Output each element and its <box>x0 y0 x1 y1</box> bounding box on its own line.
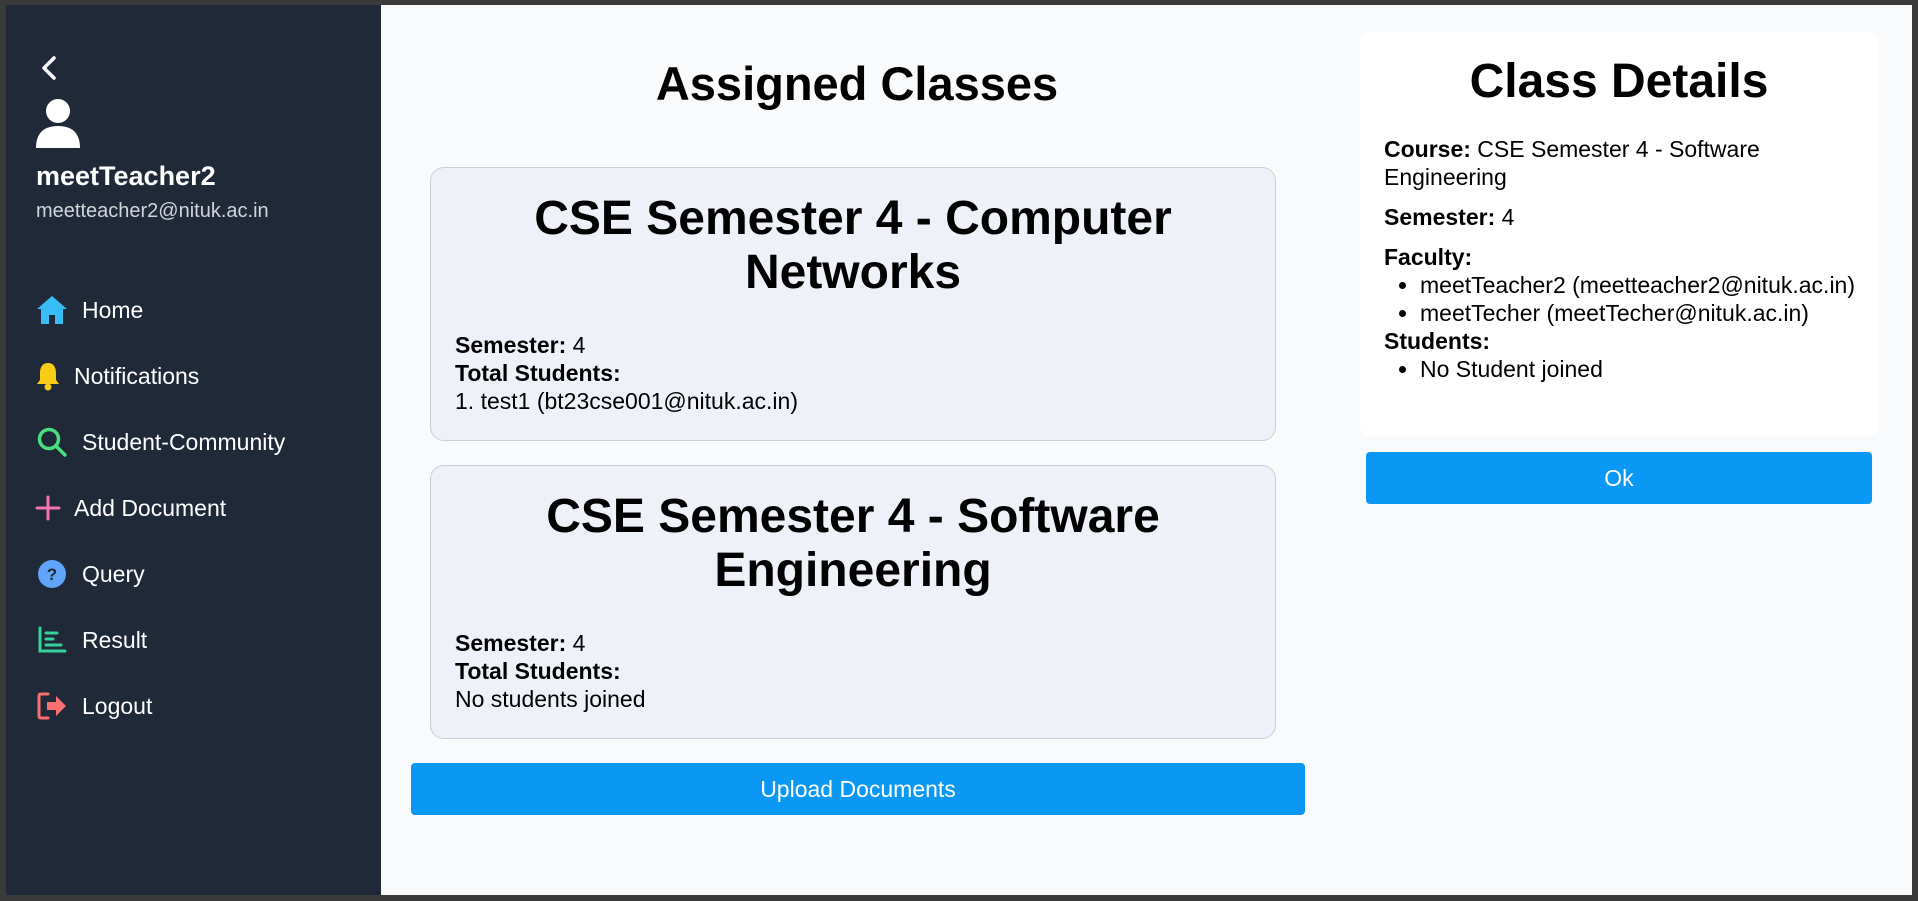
sidebar-item-label: Logout <box>82 692 153 719</box>
semester-row: Semester: 4 <box>1384 203 1864 231</box>
sidebar-item-student-community[interactable]: Student-Community <box>34 409 364 475</box>
sidebar-item-add-document[interactable]: Add Document <box>34 475 364 541</box>
search-icon <box>34 424 70 460</box>
sidebar-item-label: Notifications <box>74 362 200 389</box>
details-title: Class Details <box>1469 55 1769 108</box>
list-item: meetTecher (meetTecher@nituk.ac.in) <box>1420 299 1864 327</box>
class-card-info: Semester: 4 Total Students: test1 (bt23c… <box>455 331 798 415</box>
semester-value: 4 <box>572 630 586 656</box>
faculty-list: meetTeacher2 (meetteacher2@nituk.ac.in) … <box>1384 271 1864 327</box>
logout-icon <box>34 688 70 724</box>
plus-icon <box>34 490 62 526</box>
total-students-label: Total Students: <box>455 360 621 386</box>
sidebar-nav: Home Notifications Student-Community Add… <box>34 277 364 739</box>
faculty-label: Faculty: <box>1384 244 1473 270</box>
total-students-label: Total Students: <box>455 658 621 684</box>
user-avatar-icon <box>35 98 81 150</box>
list-item: test1 (bt23cse001@nituk.ac.in) <box>455 387 798 415</box>
class-card-title: CSE Semester 4 - Software Engineering <box>546 490 1160 597</box>
sidebar-item-label: Home <box>82 296 144 323</box>
students-list: No Student joined <box>1384 355 1864 383</box>
class-card-title: CSE Semester 4 - Computer Networks <box>534 192 1172 299</box>
class-details-panel: Class Details Course: CSE Semester 4 - S… <box>1360 32 1878 436</box>
bell-icon <box>34 358 62 394</box>
course-label: Course: <box>1384 136 1471 162</box>
list-item: No Student joined <box>1420 355 1864 383</box>
student-list: test1 (bt23cse001@nituk.ac.in) <box>455 387 798 415</box>
chevron-left-icon[interactable] <box>36 53 62 83</box>
chart-icon <box>34 622 70 658</box>
ok-button[interactable]: Ok <box>1366 452 1872 504</box>
class-card[interactable]: CSE Semester 4 - Software Engineering Se… <box>430 465 1276 739</box>
sidebar-item-home[interactable]: Home <box>34 277 364 343</box>
question-icon: ? <box>34 556 70 592</box>
semester-value: 4 <box>572 332 586 358</box>
svg-text:?: ? <box>47 565 57 584</box>
home-icon <box>34 292 70 328</box>
semester-label: Semester: <box>455 630 567 656</box>
class-card-info: Semester: 4 Total Students: No students … <box>455 629 646 713</box>
sidebar-item-label: Query <box>82 560 145 587</box>
semester-value: 4 <box>1501 204 1515 230</box>
course-row: Course: CSE Semester 4 - Software Engine… <box>1384 135 1864 191</box>
sidebar-item-label: Add Document <box>74 494 227 521</box>
sidebar-item-query[interactable]: ? Query <box>34 541 364 607</box>
students-label: Students: <box>1384 328 1491 354</box>
details-body: Course: CSE Semester 4 - Software Engine… <box>1384 135 1864 383</box>
sidebar: meetTeacher2 meetteacher2@nituk.ac.in Ho… <box>6 5 381 895</box>
sidebar-item-result[interactable]: Result <box>34 607 364 673</box>
empty-students-text: No students joined <box>455 686 646 712</box>
user-email: meetteacher2@nituk.ac.in <box>36 200 269 222</box>
semester-label: Semester: <box>1384 204 1496 230</box>
sidebar-item-label: Result <box>82 626 148 653</box>
page-title: Assigned Classes <box>655 57 1059 110</box>
list-item: meetTeacher2 (meetteacher2@nituk.ac.in) <box>1420 271 1864 299</box>
class-card[interactable]: CSE Semester 4 - Computer Networks Semes… <box>430 167 1276 441</box>
sidebar-item-notifications[interactable]: Notifications <box>34 343 364 409</box>
sidebar-item-label: Student-Community <box>82 428 286 455</box>
semester-label: Semester: <box>455 332 567 358</box>
sidebar-item-logout[interactable]: Logout <box>34 673 364 739</box>
user-name: meetTeacher2 <box>36 161 216 191</box>
upload-documents-button[interactable]: Upload Documents <box>411 763 1305 815</box>
